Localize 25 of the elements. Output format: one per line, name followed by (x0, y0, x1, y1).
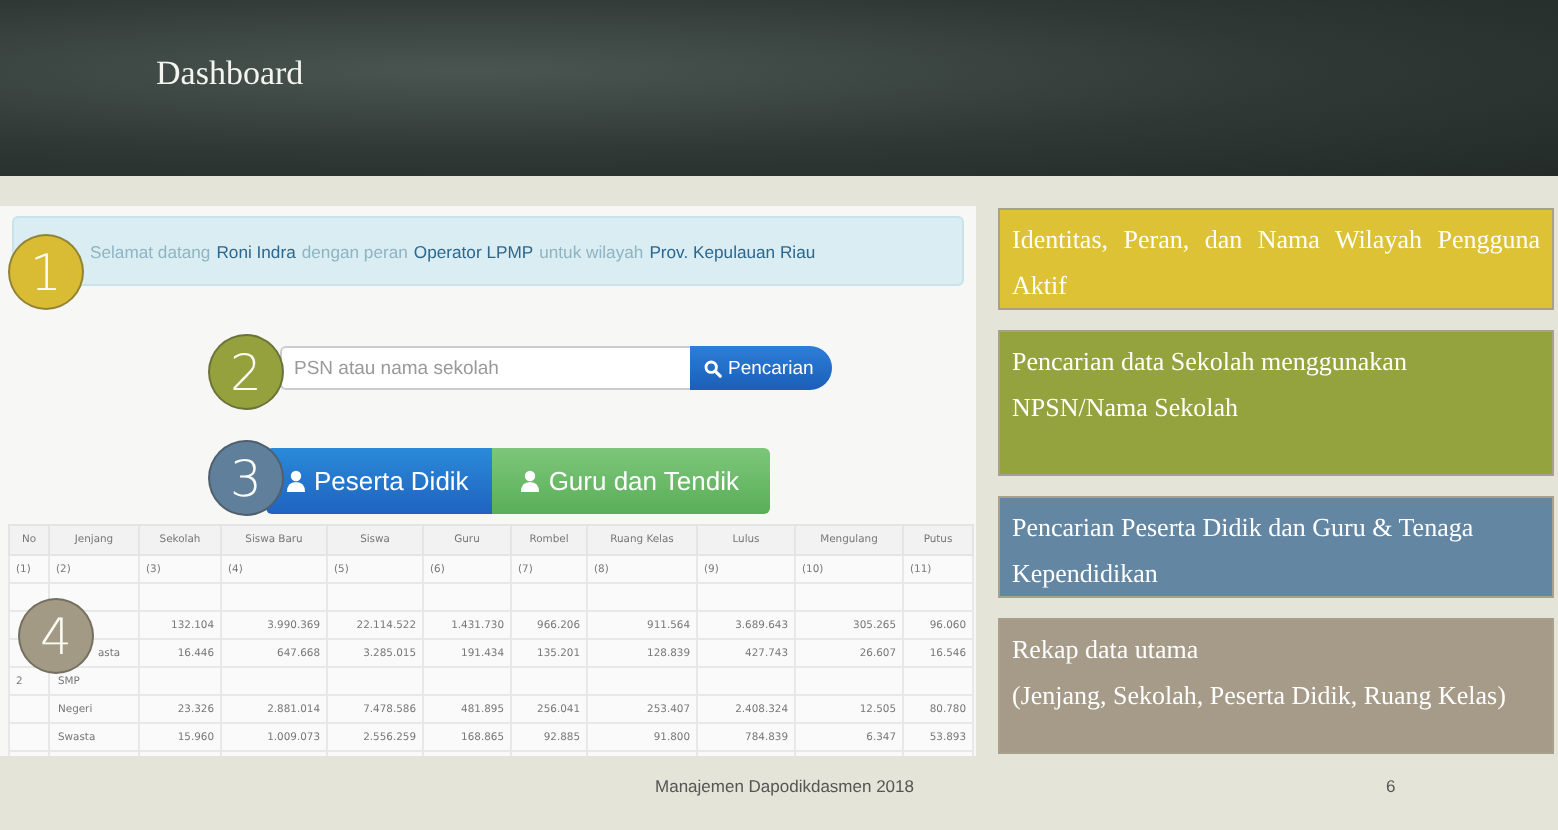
note-text: Identitas, Peran, dan Nama Wilayah Pengguna Aktif (1012, 222, 1540, 304)
slide-footer: Manajemen Dapodikdasmen 2018 (655, 776, 914, 796)
highlighted-text: Roni Indra (216, 241, 296, 261)
highlighted-text: Operator LPMP (413, 241, 534, 261)
note-text: Pencarian data Sekolah menggunakan (1012, 344, 1409, 380)
search-field[interactable]: PSN atau nama sekolah (280, 346, 690, 390)
note-text: (Jenjang, Sekolah, Peserta Didik, Ruang Kelas) (1012, 678, 1508, 714)
note-text: Rekap data utama (1012, 632, 1201, 668)
slide-title: Dashboard (156, 54, 304, 94)
search-button[interactable]: Pencarian (690, 346, 832, 390)
highlighted-text: Prov. Kepulauan Riau (649, 241, 816, 261)
category-button[interactable]: Peserta Didik (266, 448, 493, 514)
step-marker: 3 (208, 440, 284, 516)
page-number: 6 (1386, 776, 1398, 796)
welcome-text: untuk wilayah (539, 241, 644, 261)
welcome-text: Selamat datang (90, 241, 211, 261)
welcome-text: dengan peran (301, 241, 408, 261)
note-text: Pencarian Peserta Didik dan Guru & Tenaga Kependidikan (1012, 510, 1476, 592)
search-icon (704, 359, 722, 377)
note-text: NPSN/Nama Sekolah (1012, 390, 1241, 426)
category-button[interactable]: Guru dan Tendik (492, 448, 771, 514)
user-icon (286, 470, 306, 492)
step-marker: 2 (208, 334, 284, 410)
user-icon (520, 470, 541, 492)
step-marker: 1 (8, 234, 84, 310)
